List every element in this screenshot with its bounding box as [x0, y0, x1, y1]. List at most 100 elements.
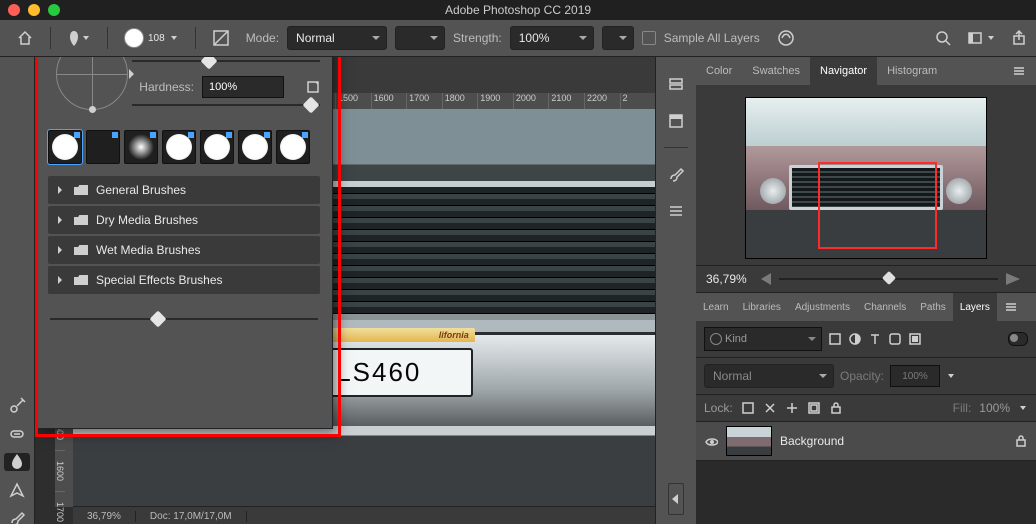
lock-transparency-icon[interactable] — [741, 401, 755, 415]
sample-all-layers-label: Sample All Layers — [664, 31, 760, 45]
separator — [107, 27, 108, 49]
layer-fill-input[interactable]: 100% — [979, 401, 1010, 415]
workspace-switcher[interactable] — [966, 29, 996, 47]
layer-row-background[interactable]: Background — [696, 422, 1036, 461]
brush-preset[interactable] — [200, 130, 234, 164]
zoom-level[interactable]: 36,79% — [73, 511, 136, 522]
lock-all-icon[interactable] — [829, 401, 843, 415]
layer-opacity-input[interactable]: 100% — [890, 365, 940, 387]
blend-mode-select[interactable]: Normal — [287, 26, 387, 50]
tab-swatches[interactable]: Swatches — [742, 57, 810, 85]
app-title: Adobe Photoshop CC 2019 — [445, 3, 591, 17]
navigator-view-box[interactable] — [818, 162, 937, 249]
tab-paths[interactable]: Paths — [913, 293, 953, 321]
filter-toggle[interactable] — [1008, 332, 1028, 346]
lock-artboard-icon[interactable] — [807, 401, 821, 415]
search-button[interactable] — [934, 29, 952, 47]
filter-adjust-icon[interactable] — [848, 332, 862, 346]
filter-type-icon[interactable] — [868, 332, 882, 346]
panel-menu-button[interactable] — [997, 293, 1025, 321]
brush-hardness-input[interactable]: 100% — [202, 76, 284, 98]
tab-navigator[interactable]: Navigator — [810, 57, 877, 85]
blend-mode-extra-select[interactable] — [395, 26, 445, 50]
zoom-in-icon[interactable] — [1006, 273, 1026, 285]
strength-label: Strength: — [453, 31, 502, 45]
brush-hardness-slider[interactable] — [132, 98, 320, 112]
panels-column: Color Swatches Navigator Histogram 7RLS4… — [696, 57, 1036, 524]
layer-blend-mode-select[interactable]: Normal — [704, 364, 834, 388]
brush-size-slider[interactable] — [132, 57, 320, 68]
folder-icon — [74, 215, 88, 225]
minimize-window-button[interactable] — [28, 4, 40, 16]
brush-preset[interactable] — [238, 130, 272, 164]
history-panel-icon[interactable] — [662, 71, 690, 99]
layer-filter-kind[interactable]: Kind — [704, 327, 822, 351]
panel-menu-button[interactable] — [1002, 57, 1036, 85]
brush-settings-panel-icon[interactable] — [662, 196, 690, 224]
filter-pixel-icon[interactable] — [828, 332, 842, 346]
filter-shape-icon[interactable] — [888, 332, 902, 346]
brush-preview-icon — [124, 28, 144, 48]
blur-tool[interactable] — [4, 453, 30, 471]
thumbnail-size-slider[interactable] — [50, 312, 318, 326]
pen-tool[interactable] — [4, 481, 30, 499]
navigator-thumbnail[interactable]: 7RLS460 — [745, 97, 987, 259]
tab-learn[interactable]: Learn — [696, 293, 736, 321]
collapsed-dock — [655, 57, 696, 524]
properties-panel-icon[interactable] — [662, 107, 690, 135]
share-button[interactable] — [1010, 29, 1028, 47]
document-info[interactable]: Doc: 17,0M/17,0M — [136, 511, 247, 522]
brush-preset[interactable] — [86, 130, 120, 164]
navigator-zoom-slider[interactable] — [779, 272, 998, 286]
brush-preset-thumbnails — [36, 126, 332, 168]
maximize-window-button[interactable] — [48, 4, 60, 16]
healing-brush-tool[interactable] — [4, 425, 30, 443]
brush-tool[interactable] — [4, 509, 30, 524]
top-panel-tabs: Color Swatches Navigator Histogram — [696, 57, 1036, 85]
brushes-panel-icon[interactable] — [662, 160, 690, 188]
strength-select[interactable]: 100% — [510, 26, 594, 50]
chevron-right-icon — [58, 246, 66, 254]
visibility-eye-icon[interactable] — [704, 434, 718, 448]
sample-all-layers-checkbox[interactable] — [642, 31, 656, 45]
layer-name[interactable]: Background — [780, 434, 844, 448]
lock-label: Lock: — [704, 401, 733, 415]
strength-slider-flyout[interactable] — [602, 26, 634, 50]
new-preset-icon[interactable] — [306, 80, 320, 94]
separator — [195, 27, 196, 49]
brush-preset[interactable] — [48, 130, 82, 164]
lock-icon — [1014, 434, 1028, 448]
brush-preset[interactable] — [124, 130, 158, 164]
folder-icon — [74, 185, 88, 195]
brush-preset-popup: Size: 108 px Hardness: 100% — [35, 57, 333, 429]
pressure-toggle-button[interactable] — [768, 25, 804, 51]
brush-folder[interactable]: General Brushes — [48, 176, 320, 204]
lock-pixels-icon[interactable] — [763, 401, 777, 415]
layer-thumbnail[interactable] — [726, 426, 772, 456]
tab-layers[interactable]: Layers — [953, 293, 997, 321]
brush-folder[interactable]: Special Effects Brushes — [48, 266, 320, 294]
folder-icon — [74, 245, 88, 255]
zoom-out-icon[interactable] — [755, 273, 771, 285]
brush-folder[interactable]: Wet Media Brushes — [48, 236, 320, 264]
filter-smart-icon[interactable] — [908, 332, 922, 346]
tab-libraries[interactable]: Libraries — [736, 293, 788, 321]
brush-angle-control[interactable] — [56, 57, 128, 110]
expand-dock-button[interactable] — [668, 483, 684, 515]
brush-preset[interactable] — [162, 130, 196, 164]
navigator-zoom-value[interactable]: 36,79% — [706, 272, 747, 286]
tab-channels[interactable]: Channels — [857, 293, 913, 321]
close-window-button[interactable] — [8, 4, 20, 16]
brush-settings-button[interactable] — [204, 25, 238, 51]
brush-preset-picker[interactable]: 108 — [116, 25, 187, 51]
layers-empty-area[interactable] — [696, 461, 1036, 524]
brush-folder[interactable]: Dry Media Brushes — [48, 206, 320, 234]
color-sampler-tool[interactable] — [4, 397, 30, 415]
brush-preset[interactable] — [276, 130, 310, 164]
tab-color[interactable]: Color — [696, 57, 742, 85]
tool-preset-picker[interactable] — [59, 25, 99, 51]
tab-histogram[interactable]: Histogram — [877, 57, 947, 85]
lock-position-icon[interactable] — [785, 401, 799, 415]
tab-adjustments[interactable]: Adjustments — [788, 293, 857, 321]
home-button[interactable] — [8, 25, 42, 51]
